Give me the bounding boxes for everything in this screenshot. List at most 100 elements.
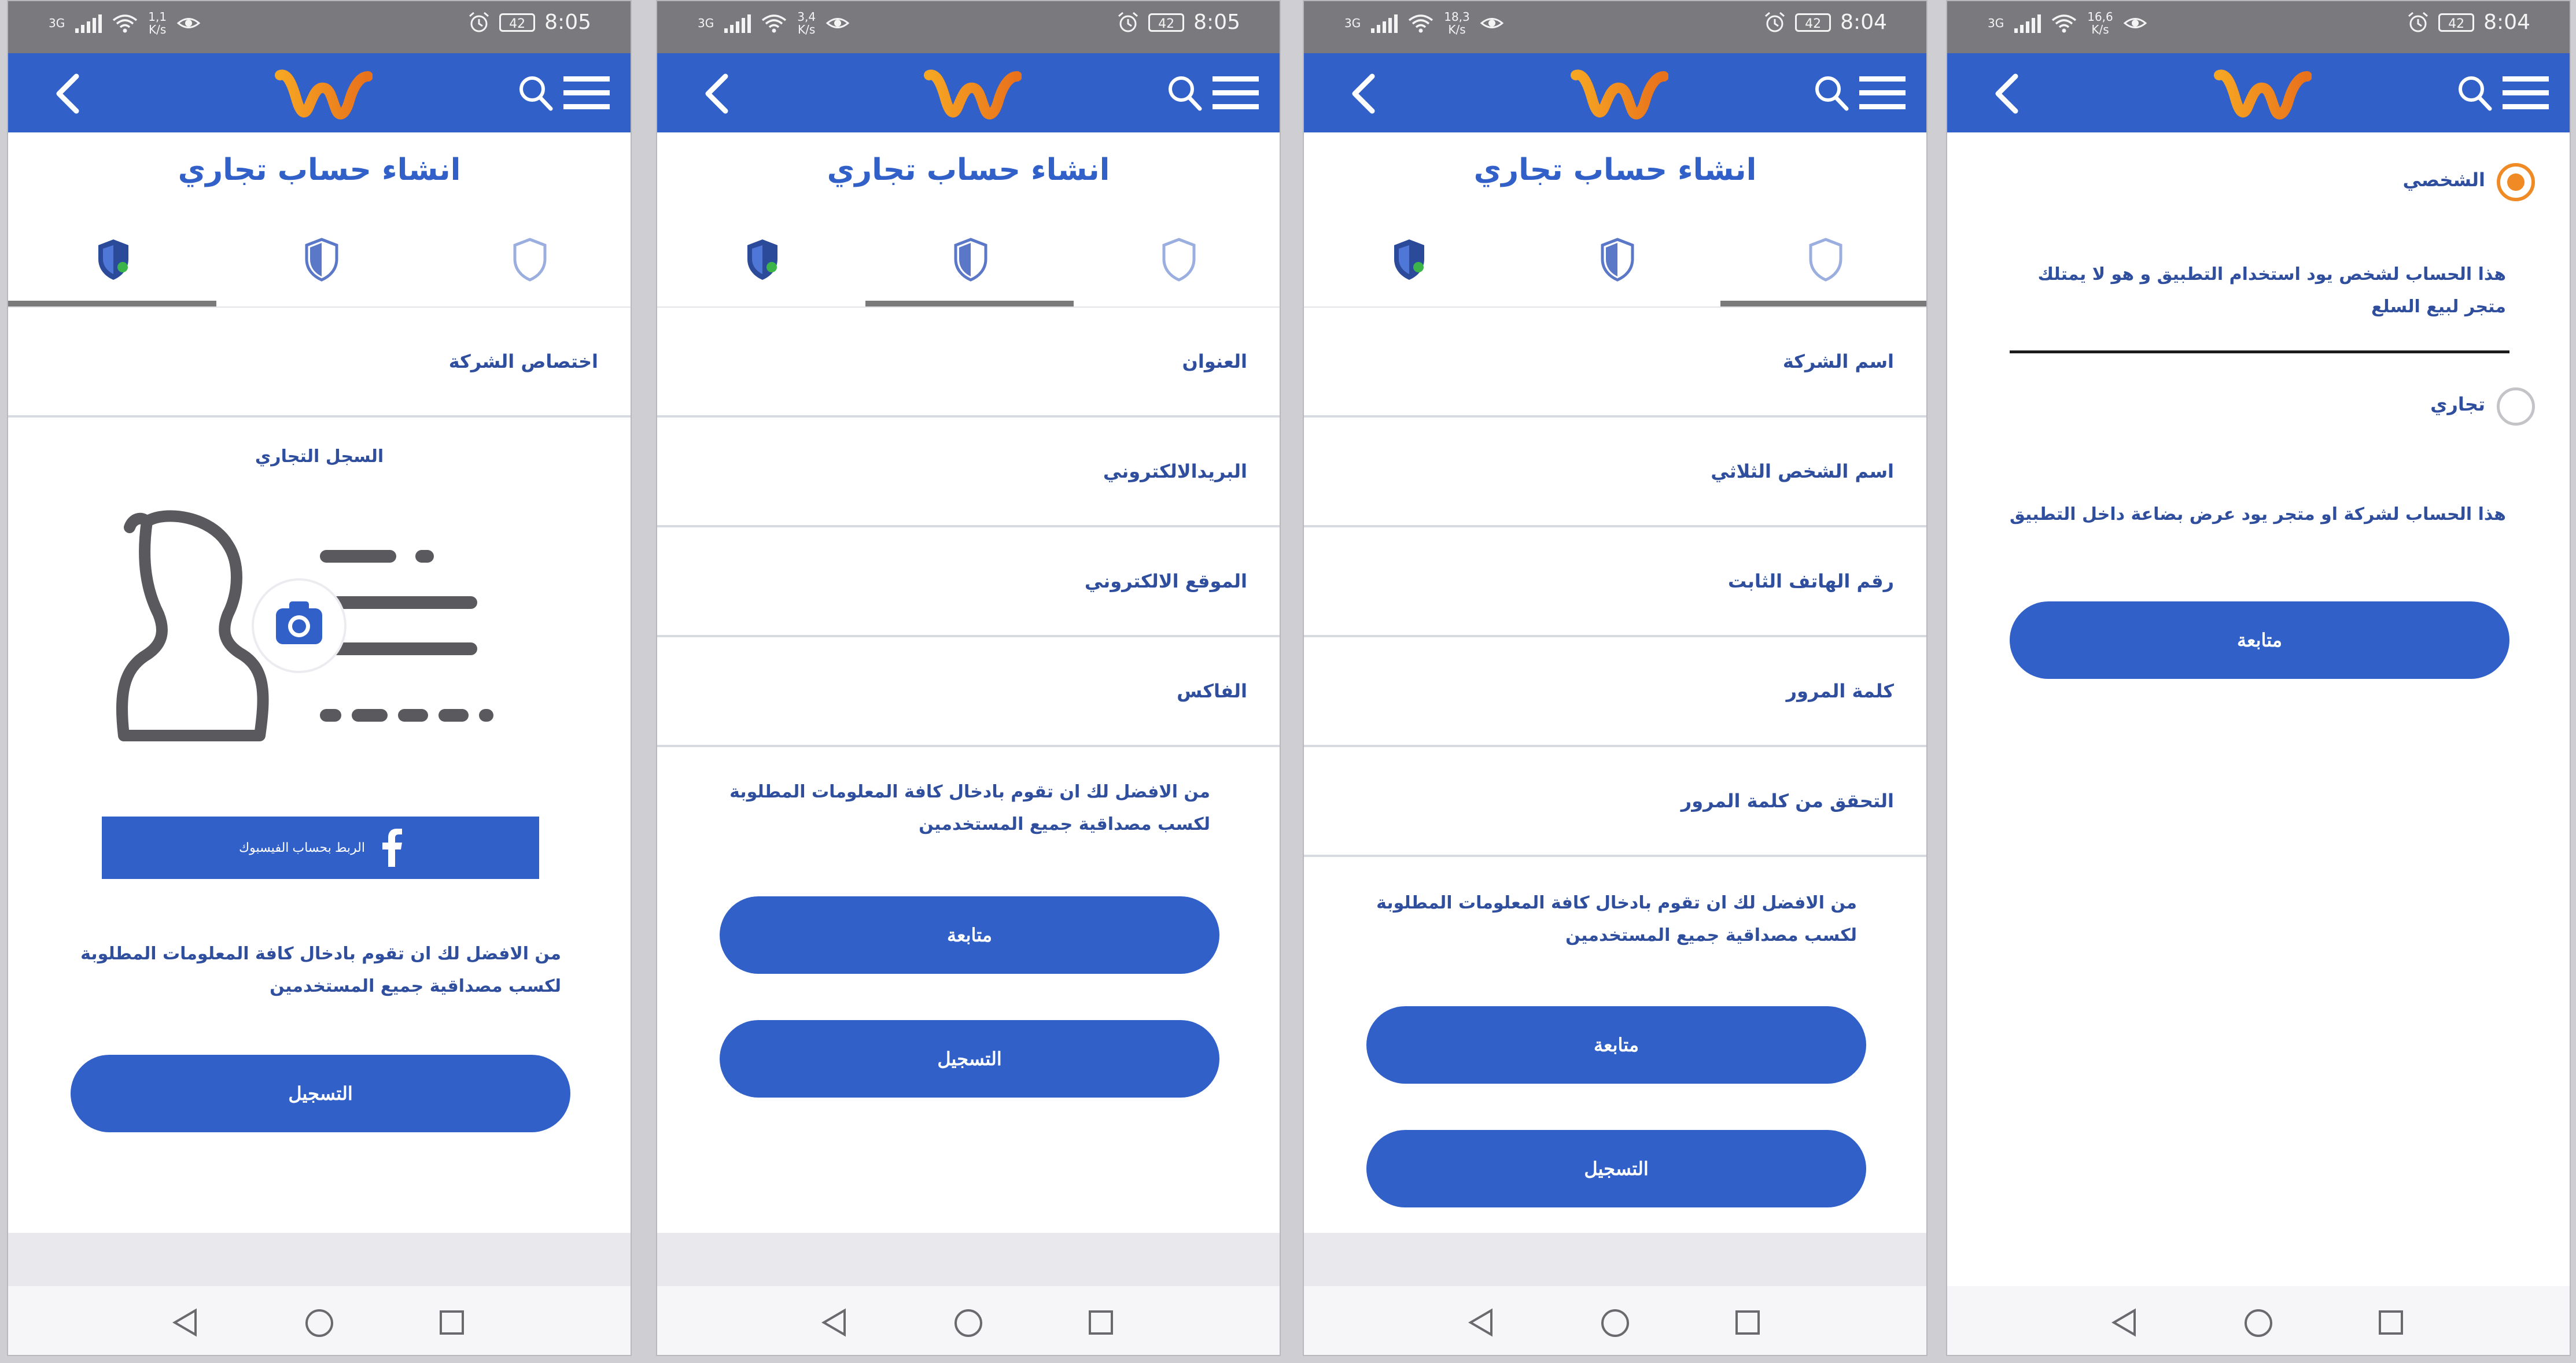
radio-personal[interactable] [2497, 163, 2535, 201]
field-password[interactable]: كلمة المرور [1304, 637, 1926, 747]
network-speed: 16,6 K/s [2087, 10, 2113, 36]
register-button[interactable]: التسجيل [720, 1020, 1219, 1098]
hamburger-menu-icon[interactable] [1213, 75, 1259, 111]
field-company-specialty[interactable]: اختصاص الشركة [8, 308, 631, 418]
field-company-name[interactable]: اسم الشركة [1304, 308, 1926, 418]
nav-back-icon[interactable] [1467, 1308, 1496, 1337]
continue-button[interactable]: متابعة [2010, 601, 2509, 679]
clock: 8:05 [544, 10, 591, 34]
field-label: اسم الشخص الثلاثي [1711, 460, 1894, 482]
search-icon[interactable] [517, 73, 554, 113]
field-label: كلمة المرور [1786, 680, 1894, 702]
radio-commercial[interactable] [2497, 387, 2535, 426]
screen-contact-info: 3G 3,4 K/s 42 8:05 انشاء حساب تجاري العن… [656, 0, 1281, 1356]
field-confirm-password[interactable]: التحقق من كلمة المرور [1304, 747, 1926, 857]
field-label: الموقع الالكتروني [1084, 570, 1247, 592]
app-bar [8, 53, 631, 132]
signal-icon [1371, 13, 1398, 33]
battery-icon: 42 [2438, 13, 2475, 32]
chevron-left-icon[interactable] [1990, 72, 2025, 116]
wifi-icon [113, 14, 138, 33]
nav-back-icon[interactable] [820, 1308, 849, 1337]
alarm-icon [1765, 12, 1785, 32]
field-landline[interactable]: رقم الهاتف الثابت [1304, 527, 1926, 637]
field-website[interactable]: الموقع الالكتروني [657, 527, 1280, 637]
eye-icon [2123, 18, 2147, 28]
shield-half-icon [954, 238, 987, 282]
nav-recent-icon[interactable] [438, 1309, 465, 1336]
eye-icon [826, 18, 850, 28]
field-label: اختصاص الشركة [448, 350, 598, 372]
step-tab-2[interactable] [216, 232, 425, 308]
wifi-icon [2052, 14, 2077, 33]
hamburger-menu-icon[interactable] [2503, 75, 2549, 111]
register-button[interactable]: التسجيل [71, 1055, 570, 1132]
nav-recent-icon[interactable] [1088, 1309, 1114, 1336]
system-nav-bar [1947, 1286, 2570, 1355]
battery-icon: 42 [1795, 13, 1831, 32]
continue-button[interactable]: متابعة [1366, 1006, 1866, 1084]
nav-home-icon[interactable] [2243, 1308, 2273, 1338]
step-tab-1[interactable] [657, 232, 865, 308]
network-type: 3G [1988, 16, 2004, 30]
info-text: من الافضل لك ان تقوم بادخال كافة المعلوم… [1376, 893, 1857, 945]
id-card-illustration[interactable] [106, 504, 523, 759]
alarm-icon [1118, 12, 1138, 32]
field-label: رقم الهاتف الثابت [1728, 570, 1894, 592]
section-label: السجل التجاري [255, 446, 384, 467]
option-label-personal[interactable]: الشخصي [2402, 169, 2485, 191]
wifi-icon [1409, 14, 1433, 33]
nav-back-icon[interactable] [171, 1308, 200, 1337]
step-tabs [8, 232, 631, 308]
screen-account-type: 3G 16,6 K/s 42 8:04 الشخصي هذا الحساب لش… [1946, 0, 2571, 1356]
info-text: من الافضل لك ان تقوم بادخال كافة المعلوم… [80, 944, 561, 996]
chevron-left-icon[interactable] [700, 72, 735, 116]
system-nav-bar [1304, 1286, 1926, 1355]
info-text: من الافضل لك ان تقوم بادخال كافة المعلوم… [729, 782, 1210, 834]
step-tab-3[interactable] [1074, 232, 1280, 308]
step-tab-3[interactable] [425, 232, 631, 308]
battery-icon: 42 [1148, 13, 1185, 32]
network-speed: 1,1 K/s [148, 10, 167, 36]
step-tab-2[interactable] [1512, 232, 1720, 308]
nav-recent-icon[interactable] [2378, 1309, 2404, 1336]
app-bar [1947, 53, 2570, 132]
nav-home-icon[interactable] [1600, 1308, 1630, 1338]
clock: 8:05 [1193, 10, 1240, 34]
nav-back-icon[interactable] [2110, 1308, 2139, 1337]
option-description-commercial: هذا الحساب لشركة او متجر يود عرض بضاعة د… [2009, 504, 2506, 524]
field-full-name[interactable]: اسم الشخص الثلاثي [1304, 418, 1926, 527]
step-tab-1[interactable] [1304, 232, 1512, 308]
hamburger-menu-icon[interactable] [563, 75, 610, 111]
page-title: انشاء حساب تجاري [178, 153, 461, 187]
register-button[interactable]: التسجيل [1366, 1130, 1866, 1207]
page-footer [1304, 1233, 1926, 1286]
nav-recent-icon[interactable] [1734, 1309, 1761, 1336]
nav-home-icon[interactable] [304, 1308, 334, 1338]
step-tabs [657, 232, 1280, 308]
field-address[interactable]: العنوان [657, 308, 1280, 418]
facebook-link-button[interactable]: الربط بحساب الفيسبوك [102, 817, 539, 879]
step-tab-2[interactable] [865, 232, 1074, 308]
page-footer [657, 1233, 1280, 1286]
step-tab-3[interactable] [1720, 232, 1926, 308]
signal-icon [75, 13, 102, 33]
nav-home-icon[interactable] [953, 1308, 983, 1338]
option-label-commercial[interactable]: تجاري [2430, 393, 2485, 415]
hamburger-menu-icon[interactable] [1859, 75, 1906, 111]
field-fax[interactable]: الفاكس [657, 637, 1280, 747]
chevron-left-icon[interactable] [1347, 72, 1381, 116]
search-icon[interactable] [2456, 73, 2493, 113]
page-footer [8, 1233, 631, 1286]
step-tab-1[interactable] [8, 232, 216, 308]
chevron-left-icon[interactable] [51, 72, 86, 116]
system-nav-bar [8, 1286, 631, 1355]
search-icon[interactable] [1166, 73, 1203, 113]
search-icon[interactable] [1813, 73, 1850, 113]
app-logo [275, 69, 373, 120]
shield-half-icon [305, 238, 338, 282]
continue-button[interactable]: متابعة [720, 896, 1219, 974]
app-logo [924, 69, 1022, 120]
status-bar: 3G 18,3 K/s 42 8:04 [1304, 1, 1926, 53]
field-email[interactable]: البريدالالكتروني [657, 418, 1280, 527]
